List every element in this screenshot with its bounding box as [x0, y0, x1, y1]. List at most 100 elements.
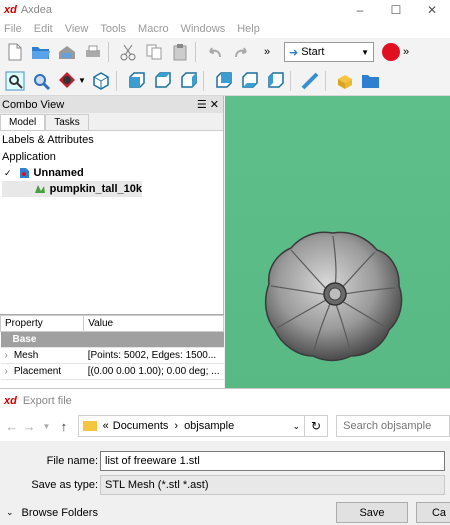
toolbar-separator — [202, 70, 204, 91]
panel-float-close-icon[interactable]: ☰ ✕ — [197, 98, 219, 111]
tree-document[interactable]: ✓ Unnamed — [2, 165, 223, 181]
tree-object[interactable]: pumpkin_tall_10k — [2, 181, 142, 197]
create-group-icon[interactable] — [360, 70, 382, 92]
dialog-title-bar: xd Export file — [0, 389, 450, 413]
close-icon[interactable]: ✕ — [414, 0, 450, 20]
document-name: Unnamed — [33, 167, 84, 179]
toolbar-overflow-button[interactable]: » — [256, 41, 278, 63]
fit-selection-icon[interactable] — [30, 70, 52, 92]
expand-chevron-icon[interactable]: ✓ — [4, 168, 12, 179]
menu-file[interactable]: File — [4, 23, 22, 35]
cut-icon[interactable] — [117, 41, 139, 63]
create-part-icon[interactable] — [334, 70, 356, 92]
breadcrumb-separator-icon: › — [174, 420, 179, 432]
breadcrumb-overflow[interactable]: « — [103, 420, 109, 432]
left-view-icon[interactable] — [264, 70, 286, 92]
menu-tools[interactable]: Tools — [100, 23, 126, 35]
chevron-down-icon: ⌄ — [6, 507, 14, 517]
save-icon[interactable] — [56, 41, 78, 63]
fit-all-icon[interactable] — [4, 70, 26, 92]
save-type-row: Save as type: STL Mesh (*.stl *.ast) — [0, 475, 450, 495]
browse-folders-toggle[interactable]: ⌄ Browse Folders — [6, 507, 98, 519]
toolbar-separator — [108, 42, 109, 62]
dialog-nav-bar: ← → ▼ ↑ « Documents › objsample ⌄ ↻ Sear… — [0, 413, 450, 439]
breadcrumb-documents[interactable]: Documents — [113, 420, 169, 432]
tree-root: Application — [2, 151, 56, 163]
undo-icon[interactable] — [204, 41, 226, 63]
menu-edit[interactable]: Edit — [34, 23, 53, 35]
draw-style-icon[interactable] — [56, 70, 78, 92]
up-arrow-icon[interactable]: ↑ — [56, 419, 71, 434]
mesh-icon — [35, 185, 45, 193]
breadcrumb-objsample[interactable]: objsample — [184, 420, 234, 432]
file-name-row: File name: list of freeware 1.stl — [0, 451, 450, 471]
open-folder-icon[interactable] — [30, 41, 52, 63]
dialog-title: Export file — [22, 395, 72, 407]
arrow-right-icon: ➜ — [289, 46, 299, 59]
paste-icon[interactable] — [169, 41, 191, 63]
view-toolbar: ▼ — [0, 66, 450, 96]
redo-icon[interactable] — [230, 41, 252, 63]
col-value: Value — [83, 315, 224, 332]
menu-view[interactable]: View — [65, 23, 89, 35]
dialog-app-logo: xd — [4, 395, 17, 407]
menu-macro[interactable]: Macro — [138, 23, 169, 35]
table-row[interactable]: › Placement [(0.00 0.00 1.00); 0.00 deg; … — [0, 363, 224, 380]
property-name-cell: › Mesh — [0, 347, 84, 364]
menu-help[interactable]: Help — [237, 23, 260, 35]
toolbar-overflow-icon[interactable]: » — [403, 46, 409, 58]
toolbar-separator — [289, 70, 291, 91]
back-arrow-icon[interactable]: ← — [4, 419, 19, 434]
save-type-select[interactable]: STL Mesh (*.stl *.ast) — [100, 475, 445, 495]
copy-icon[interactable] — [143, 41, 165, 63]
toolbar-separator — [115, 70, 117, 91]
object-name: pumpkin_tall_10k — [49, 183, 142, 195]
workbench-selected: Start — [301, 46, 325, 58]
labels-attributes-header: Labels & Attributes — [2, 134, 94, 146]
search-input[interactable]: Search objsample — [336, 415, 450, 437]
front-view-icon[interactable] — [125, 70, 147, 92]
property-value: [Points: 5002, Edges: 1500... — [83, 347, 224, 364]
record-macro-icon[interactable] — [382, 43, 400, 61]
title-bar: xd Axdea – ☐ ✕ — [0, 0, 450, 20]
window-title: Axdea — [20, 4, 53, 16]
workbench-selector[interactable]: ➜ Start ▼ — [284, 42, 374, 62]
tab-tasks[interactable]: Tasks — [45, 114, 89, 130]
refresh-icon[interactable]: ↻ — [305, 415, 329, 437]
measure-icon[interactable] — [299, 70, 321, 92]
bottom-view-icon[interactable] — [238, 70, 260, 92]
col-property: Property — [0, 315, 85, 332]
chevron-right-icon[interactable]: › — [5, 366, 8, 377]
right-view-icon[interactable] — [177, 70, 199, 92]
chevron-right-icon[interactable]: › — [5, 350, 8, 361]
cancel-button[interactable]: Ca — [416, 502, 450, 523]
combo-tabs: Model Tasks — [0, 113, 223, 131]
forward-arrow-icon[interactable]: → — [21, 419, 36, 434]
isometric-view-icon[interactable] — [90, 70, 112, 92]
folder-icon — [82, 421, 97, 431]
save-button[interactable]: Save — [336, 502, 408, 523]
menu-bar: File Edit View Tools Macro Windows Help — [0, 20, 450, 38]
tab-model[interactable]: Model — [0, 114, 46, 130]
chevron-down-icon[interactable]: ▼ — [39, 422, 54, 431]
table-row[interactable]: › Mesh [Points: 5002, Edges: 1500... — [0, 347, 224, 364]
chevron-down-icon: ▼ — [361, 47, 369, 57]
breadcrumb[interactable]: « Documents › objsample ⌄ — [77, 415, 305, 437]
rear-view-icon[interactable] — [212, 70, 234, 92]
overflow-icon: » — [263, 46, 271, 58]
menu-windows[interactable]: Windows — [181, 23, 226, 35]
chevron-down-icon[interactable]: ⌄ — [292, 421, 300, 432]
maximize-icon[interactable]: ☐ — [378, 0, 414, 20]
print-icon[interactable] — [82, 41, 104, 63]
combo-view-header: Combo View ☰ ✕ — [0, 96, 223, 113]
file-name-field[interactable]: list of freeware 1.stl — [100, 451, 445, 471]
dialog-footer: ⌄ Browse Folders Save Ca — [0, 499, 450, 525]
property-group-base[interactable]: Base — [0, 331, 224, 348]
property-value: [(0.00 0.00 1.00); 0.00 deg; ... — [83, 363, 224, 380]
top-view-icon[interactable] — [151, 70, 173, 92]
new-document-icon[interactable] — [4, 41, 26, 63]
3d-viewport[interactable] — [225, 96, 450, 388]
save-form: File name: list of freeware 1.stl Save a… — [0, 441, 450, 499]
chevron-down-icon[interactable]: ▼ — [78, 76, 86, 85]
minimize-icon[interactable]: – — [342, 0, 378, 20]
